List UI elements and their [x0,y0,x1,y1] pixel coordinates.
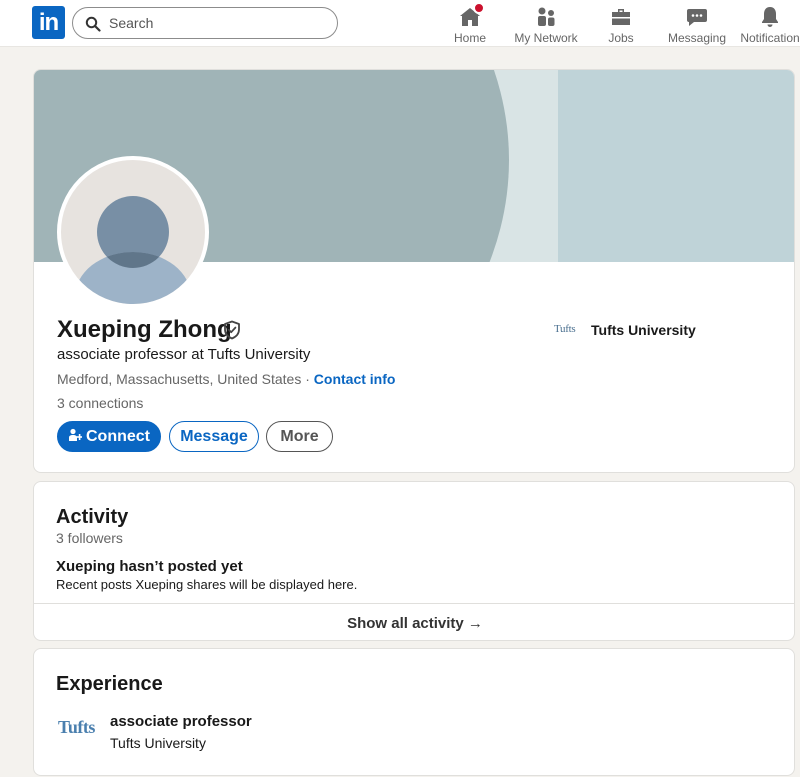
empty-state-subtitle: Recent posts Xueping shares will be disp… [56,577,358,592]
more-button[interactable]: More [266,421,333,452]
nav-label: Notification [740,31,800,45]
bell-icon [762,7,778,27]
show-all-activity-button[interactable]: Show all activity → [34,603,794,640]
separator: · [301,371,314,387]
activity-title: Activity [56,506,129,528]
connect-label: Connect [86,428,150,445]
connect-button[interactable]: Connect [57,421,161,452]
nav-label: Messaging [667,31,727,45]
search-icon [85,16,101,32]
nav-label: My Network [514,31,578,45]
top-nav: in Home My Network Jobs [0,0,800,47]
avatar-shade [97,196,169,268]
nav-label: Home [453,31,486,45]
experience-card: Experience Tufts associate professor Tuf… [33,648,795,776]
network-icon [538,7,555,26]
briefcase-icon [612,9,630,25]
experience-role: associate professor [110,713,252,730]
nav-notifications[interactable]: Notification [740,2,800,46]
nav-my-network[interactable]: My Network [509,2,583,46]
experience-title: Experience [56,673,163,695]
activity-card: Activity 3 followers Xueping hasn’t post… [33,481,795,641]
add-person-icon [69,428,82,441]
search-input[interactable] [109,13,329,33]
notification-badge [473,2,485,14]
verified-shield-icon[interactable] [222,320,242,340]
connections-count[interactable]: 3 connections [57,395,143,411]
nav-home[interactable]: Home [449,2,491,46]
location-text: Medford, Massachusetts, United States [57,371,302,387]
experience-org: Tufts University [110,735,206,751]
nav-messaging[interactable]: Messaging [667,2,727,46]
profile-card: Xueping Zhong associate professor at Tuf… [33,69,795,473]
profile-name: Xueping Zhong [57,316,232,343]
empty-state-title: Xueping hasn’t posted yet [56,558,243,575]
education-link[interactable]: Tufts University [591,322,696,338]
nav-jobs[interactable]: Jobs [603,2,639,46]
tufts-logo: Tufts [554,323,576,335]
chat-icon [687,9,707,26]
nav-label: Jobs [608,31,634,45]
search-box[interactable] [72,7,338,39]
tufts-logo[interactable]: Tufts [58,717,102,739]
linkedin-logo[interactable]: in [32,6,65,39]
avatar[interactable] [57,156,209,308]
profile-location: Medford, Massachusetts, United States · … [57,371,395,387]
message-button[interactable]: Message [169,421,259,452]
profile-headline: associate professor at Tufts University [57,346,311,363]
followers-count: 3 followers [56,530,123,546]
contact-info-link[interactable]: Contact info [314,371,396,387]
